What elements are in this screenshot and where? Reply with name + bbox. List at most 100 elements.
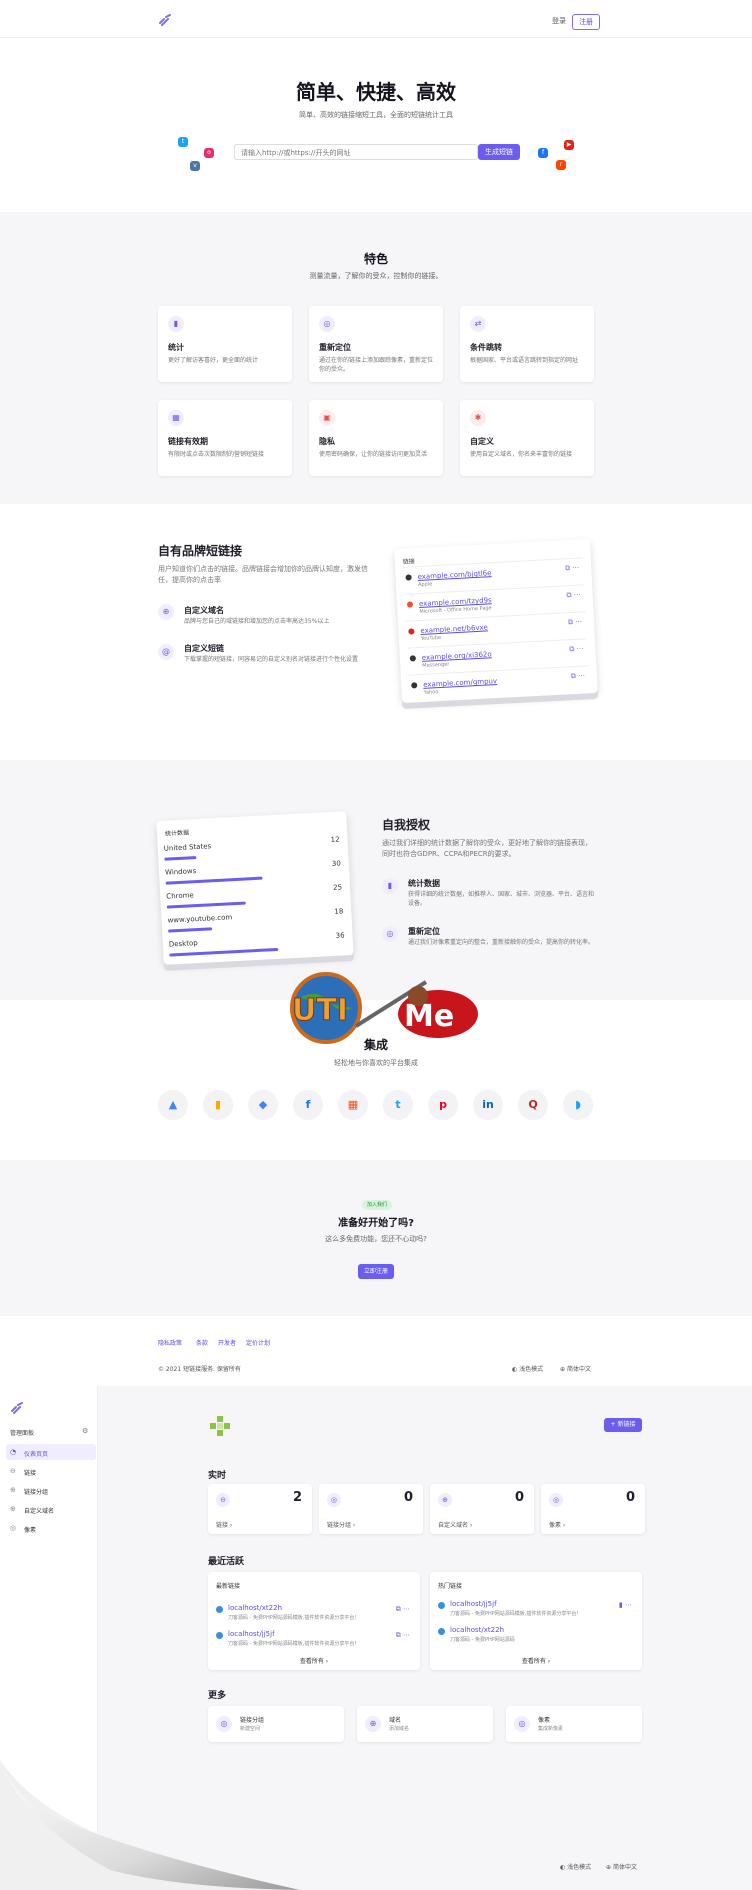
brand-item-desc: 品牌与您自己的域链接和增加您的点击率高达35%以上 [184,618,330,625]
tag-manager-icon[interactable]: ◆ [248,1090,278,1120]
sidebar-item-domains[interactable]: ⊕ 自定义域名 [6,1501,96,1517]
group-icon: ⊕ [10,1486,16,1494]
copy-icon[interactable]: ⧉ ⋯ [569,644,584,654]
copy-icon[interactable]: ⧉ ⋯ [396,1631,410,1640]
svg-text:UTI: UTI [292,993,348,1028]
chart-icon: ▮ [382,878,398,894]
link-icon [216,1606,223,1613]
more-card-domains[interactable]: ⊕ 域名 添加域名 [357,1706,493,1742]
join-badge: 加入我们 [362,1200,392,1210]
empower-item-desc: 获得详细的统计数据，如推荐人、国家、城市、浏览器、平台、语言和设备。 [408,891,595,907]
sidebar-item-groups[interactable]: ⊕ 链接分组 [6,1482,96,1498]
facebook-icon: f [538,148,548,158]
brand-title: 自有品牌短链接 [158,544,243,558]
footer-link[interactable]: 定价计划 [246,1338,270,1347]
stat-card-links[interactable]: ⊖ 2 链接 › [208,1484,312,1534]
twitter-icon[interactable]: t [383,1090,413,1120]
features-title: 特色 [363,252,388,266]
feature-card: ▮ 统计 更好了解访客喜好，更全面的统计 [158,306,292,382]
more-card-pixels[interactable]: ◎ 像素 集成新像素 [506,1706,642,1742]
view-all-link[interactable]: 查看所有 › [208,1656,420,1665]
calendar-icon: ▦ [168,410,184,426]
stats-icon[interactable]: ▮ ⋯ [619,1601,632,1609]
microsoft-icon [406,601,414,608]
facebook-icon[interactable]: f [293,1090,323,1120]
stat-card-domains[interactable]: ⊕ 0 自定义域名 › [430,1484,534,1534]
register-button[interactable]: 注册 [572,14,600,30]
feature-card: ◎ 重新定位 通过在你的链接上添加跟踪像素，重新定位你的受众。 [309,306,443,382]
shorten-button[interactable]: 生成短链 [478,144,520,160]
theme-toggle[interactable]: ◐ 浅色模式 [512,1364,543,1373]
stats-card-title: 统计数据 [164,829,190,838]
stat-card-pixels[interactable]: ◎ 0 像素 › [541,1484,645,1534]
theme-toggle[interactable]: ◐ 浅色模式 [560,1862,591,1871]
new-link-button[interactable]: + 新链接 [604,1418,642,1432]
vk-icon: v [190,161,200,171]
link-icon [438,1602,445,1609]
redirect-icon: ⇄ [470,316,486,332]
register-now-button[interactable]: 立即注册 [358,1264,394,1279]
link-icon [438,1628,445,1635]
copy-icon[interactable]: ⧉ ⋯ [568,617,583,627]
empower-item-title: 重新定位 [408,927,440,936]
linkedin-icon[interactable]: in [473,1090,503,1120]
footer-link[interactable]: 开发者 [218,1338,236,1347]
sidebar-item-links[interactable]: ⊖ 链接 [6,1463,96,1479]
sidebar-item-pixels[interactable]: ◎ 像素 [6,1520,96,1536]
copyright: © 2021 短链接服务. 保留所有 [158,1366,241,1373]
link-icon [216,1632,223,1639]
language-select[interactable]: ⊕ 简体中文 [560,1364,591,1373]
chart-icon: ▮ [168,316,184,332]
cta-title: 准备好开始了吗? [338,1218,414,1229]
twitter-icon: t [178,137,188,147]
link-icon: ⊖ [216,1493,230,1507]
reddit-icon: r [556,160,566,170]
brand-item-title: 自定义短链 [184,644,224,653]
list-item[interactable]: localhost/xt22h 刀客源码 - 免费PHP网站源码 [438,1624,634,1648]
logo-icon[interactable] [158,14,172,26]
logo-icon[interactable] [10,1402,24,1414]
top-nav: 登录 注册 [0,0,752,38]
globe-icon: ⊕ [365,1716,381,1732]
hero-subtitle: 简单、高效的链接缩短工具，全面的短链统计工具 [299,111,453,119]
footer-link[interactable]: 条款 [196,1338,208,1347]
view-all-link[interactable]: 查看所有 › [430,1656,642,1665]
page-curl [0,1760,300,1890]
quora-icon[interactable]: Q [518,1090,548,1120]
feature-card: ▦ 链接有效期 有限时或点击次数限制的营销短链接 [158,400,292,476]
pixel-icon: ◎ [549,1493,563,1507]
empower-section [0,760,752,1000]
bluesky-icon[interactable]: ◗ [563,1090,593,1120]
footer-link[interactable]: 隐私政策 [158,1338,182,1347]
lock-icon: ▣ [319,410,335,426]
copy-icon[interactable]: ⧉ ⋯ [571,671,586,681]
links-card-title: 链接 [402,558,415,566]
empower-desc: 通过我们详细的统计数据了解你的受众，更好地了解你的链接表现，同时也符合GDPR、… [382,839,592,858]
pixel-icon: ◎ [10,1524,17,1532]
settings-icon[interactable]: ⚙ [82,1427,88,1435]
stat-card-groups[interactable]: ◎ 0 链接分组 › [319,1484,423,1534]
copy-icon[interactable]: ⧉ ⋯ [566,591,581,601]
brand-item-title: 自定义域名 [184,606,224,615]
login-link[interactable]: 登录 [552,16,566,26]
integrations-subtitle: 轻松地与你喜欢的平台集成 [334,1059,418,1067]
microsoft-icon[interactable]: ▦ [338,1090,368,1120]
google-ads-icon[interactable]: ▲ [158,1090,188,1120]
copy-icon[interactable]: ⧉ ⋯ [396,1605,410,1614]
features-subtitle: 测量流量，了解你的受众，控制你的链接。 [309,272,443,280]
avatar[interactable] [208,1414,232,1438]
target-icon: ◎ [319,316,335,332]
list-item[interactable]: localhost/xt22h 刀客源码 - 免费PHP网站源码模板,插件软件资源… [216,1602,412,1626]
analytics-icon[interactable]: ▮ [203,1090,233,1120]
empower-item-desc: 通过我们对像素重定向的整合，重新接触你的受众，提高你的转化率。 [408,939,595,946]
language-select[interactable]: ⊕ 简体中文 [606,1862,637,1871]
list-item[interactable]: localhost/jj5jf 刀客源码 - 免费PHP网站源码模板,插件软件资源… [438,1598,634,1622]
copy-icon[interactable]: ⧉ ⋯ [565,564,580,574]
list-item[interactable]: localhost/jj5jf 刀客源码 - 免费PHP网站源码模板,插件软件资源… [216,1628,412,1652]
gear-icon: ✱ [470,410,486,426]
url-input[interactable]: 请输入http://或https://开头的网址 [234,144,478,160]
hero-title: 简单、快捷、高效 [296,80,456,104]
youtube-icon: ▶ [564,140,574,150]
pinterest-icon[interactable]: p [428,1090,458,1120]
sidebar-item-dashboard[interactable]: ◔ 仪表页页 [6,1444,96,1460]
